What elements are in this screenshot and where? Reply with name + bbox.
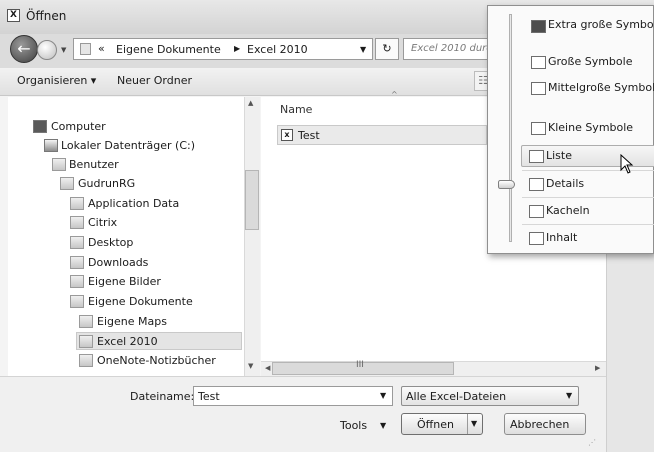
pictures-folder-icon [70,275,84,288]
desktop-folder-icon [70,236,84,249]
tree-item-onenote[interactable]: OneNote-Notizbücher [97,354,216,367]
computer-icon [33,120,47,133]
cancel-button-label: Abbrechen [510,418,570,431]
dialog-app-icon: X [7,9,20,22]
details-view-icon [529,178,544,191]
resize-grip-icon[interactable]: ⋰ [588,438,596,447]
breadcrumb-eigene-dokumente[interactable]: Eigene Dokumente [116,43,221,56]
view-option-content[interactable]: Inhalt [546,231,577,244]
scroll-grip: III [356,360,364,370]
tree-item-computer[interactable]: Computer [51,120,106,133]
view-option-small-icons[interactable]: Kleine Symbole [548,121,633,134]
view-menu-separator [522,170,654,171]
tree-item-eigene-dokumente[interactable]: Eigene Dokumente [88,295,193,308]
file-type-filter-value: Alle Excel-Dateien [406,390,507,403]
documents-folder-icon [70,295,84,308]
folder-icon [79,315,93,328]
view-option-extra-large-icons[interactable]: Extra große Symbole [548,18,654,31]
view-option-tiles[interactable]: Kacheln [546,204,590,217]
medium-icons-icon [531,82,546,95]
tree-item-eigene-maps[interactable]: Eigene Maps [97,315,167,328]
navigation-scrollbar[interactable] [244,97,260,376]
folder-icon [52,158,66,171]
view-size-slider-thumb[interactable] [498,180,515,189]
view-size-slider-track[interactable] [509,14,512,242]
navigation-scroll-thumb[interactable] [245,170,259,230]
scroll-down-arrow-icon[interactable]: ▼ [248,362,253,370]
filename-label: Dateiname: [130,390,195,403]
list-view-icon [529,150,544,163]
refresh-button[interactable]: ↻ [375,38,399,60]
filename-value: Test [198,390,220,403]
tools-button[interactable]: Tools [340,419,367,432]
view-menu-separator [522,197,654,198]
tools-dropdown-icon[interactable]: ▼ [380,421,386,430]
open-button-divider [467,414,468,434]
recent-pages-dropdown-icon[interactable]: ▼ [61,46,66,54]
open-dropdown-icon[interactable]: ▼ [471,419,477,428]
tree-item-benutzer[interactable]: Benutzer [69,158,119,171]
column-header-name[interactable]: Name [280,103,312,116]
new-folder-button[interactable]: Neuer Ordner [117,74,192,87]
file-item-test[interactable]: Test [298,129,320,142]
scroll-up-arrow-icon[interactable]: ▲ [248,99,253,107]
content-view-icon [529,232,544,245]
extra-large-icons-icon [531,20,546,33]
tree-item-gudrunrg[interactable]: GudrunRG [78,177,135,190]
forward-button[interactable] [37,40,57,60]
view-option-details[interactable]: Details [546,177,584,190]
open-button-label: Öffnen [417,418,454,431]
downloads-folder-icon [70,256,84,269]
address-dropdown-icon[interactable]: ▼ [360,45,366,54]
tree-item-local-disk[interactable]: Lokaler Datenträger (C:) [61,139,195,152]
view-option-list[interactable]: Liste [546,149,572,162]
address-folder-icon [80,43,91,55]
organize-button[interactable]: Organisieren ▾ [17,74,96,87]
filter-dropdown-icon[interactable]: ▼ [566,391,572,400]
tree-item-desktop[interactable]: Desktop [88,236,133,249]
user-folder-icon [60,177,74,190]
tree-item-excel-2010[interactable]: Excel 2010 [97,335,158,348]
tree-item-eigene-bilder[interactable]: Eigene Bilder [88,275,161,288]
drive-icon [44,139,58,152]
sort-ascending-icon: ^ [391,90,398,99]
scroll-left-arrow-icon[interactable]: ◀ [265,364,270,372]
view-option-medium-icons[interactable]: Mittelgroße Symbole [548,81,654,94]
breadcrumb-excel-2010[interactable]: Excel 2010 [247,43,308,56]
breadcrumb-separator-icon[interactable]: ▶ [234,44,240,53]
small-icons-icon [531,122,546,135]
view-option-large-icons[interactable]: Große Symbole [548,55,632,68]
back-button[interactable]: ← [10,35,38,63]
search-placeholder: Excel 2010 durchsuchen [411,43,493,54]
excel-file-icon: x [281,129,293,141]
tree-item-application-data[interactable]: Application Data [88,197,179,210]
tiles-view-icon [529,205,544,218]
folder-icon [79,335,93,348]
filename-input[interactable] [193,386,393,406]
folder-icon [70,216,84,229]
tree-item-downloads[interactable]: Downloads [88,256,148,269]
scroll-right-arrow-icon[interactable]: ▶ [595,364,600,372]
tree-item-citrix[interactable]: Citrix [88,216,117,229]
large-icons-icon [531,56,546,69]
filename-dropdown-icon[interactable]: ▼ [380,391,386,400]
dialog-title: Öffnen [26,9,67,23]
breadcrumb-overflow[interactable]: « [98,42,105,55]
view-menu-separator [522,224,654,225]
folder-icon [79,354,93,367]
mouse-cursor-icon [620,154,634,174]
folder-icon [70,197,84,210]
